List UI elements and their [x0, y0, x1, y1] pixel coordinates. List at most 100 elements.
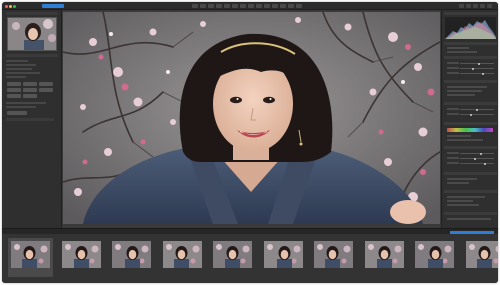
- toolbar-tool-button[interactable]: [296, 4, 302, 8]
- filmstrip-item[interactable]: [311, 238, 356, 277]
- adjustment-slider[interactable]: [460, 72, 494, 75]
- close-window-icon[interactable]: [5, 4, 8, 8]
- settings-row: [447, 86, 487, 88]
- slider-knob[interactable]: [484, 162, 486, 165]
- filmstrip-thumbnail: [11, 241, 50, 268]
- toolbar-tool-button[interactable]: [466, 4, 471, 8]
- panel-button[interactable]: [23, 94, 37, 98]
- settings-row: [447, 62, 459, 64]
- filmstrip-item[interactable]: [412, 238, 457, 277]
- settings-row: [447, 51, 477, 53]
- filmstrip-item[interactable]: [59, 238, 104, 277]
- slider-knob[interactable]: [482, 72, 484, 75]
- color-wheel-row: [447, 128, 493, 132]
- histogram: [445, 17, 496, 39]
- navigator-thumbnail-image: [8, 18, 56, 50]
- filmstrip-item[interactable]: [8, 238, 53, 277]
- filmstrip-thumbnail: [364, 241, 404, 268]
- filmstrip-item[interactable]: [160, 238, 205, 277]
- toolbar-tools: [192, 4, 302, 8]
- slider-knob[interactable]: [478, 62, 480, 65]
- panel-button[interactable]: [23, 88, 37, 92]
- slider-knob[interactable]: [474, 157, 476, 160]
- toolbar-tool-button[interactable]: [459, 4, 464, 8]
- filmstrip-thumbnail: [263, 241, 303, 268]
- settings-row: [447, 90, 482, 92]
- toolbar-tool-button[interactable]: [487, 4, 492, 8]
- panel-section-header[interactable]: [444, 190, 497, 193]
- toolbar-tool-button[interactable]: [192, 4, 198, 8]
- tab-edit[interactable]: [42, 4, 64, 8]
- main-photo: [63, 12, 440, 224]
- panel-button[interactable]: [39, 82, 53, 86]
- tab-library[interactable]: [18, 4, 38, 8]
- navigator-preview[interactable]: [7, 17, 57, 51]
- adjustment-slider[interactable]: [460, 67, 494, 70]
- settings-row: [447, 47, 469, 49]
- panel-button[interactable]: [39, 88, 53, 92]
- panel-section-header[interactable]: [444, 102, 497, 105]
- adjustment-slider[interactable]: [460, 152, 494, 155]
- panel-section-header[interactable]: [444, 56, 497, 59]
- panel-section-header[interactable]: [444, 122, 497, 125]
- histogram-header[interactable]: [444, 12, 497, 15]
- toolbar-tool-button[interactable]: [288, 4, 294, 8]
- minimize-window-icon[interactable]: [9, 4, 12, 8]
- panel-button[interactable]: [7, 88, 21, 92]
- toolbar-tool-button[interactable]: [256, 4, 262, 8]
- settings-row: [6, 60, 28, 63]
- filmstrip-item[interactable]: [463, 238, 498, 277]
- thumbnail-image: [263, 241, 303, 268]
- toolbar-tool-button[interactable]: [473, 4, 478, 8]
- slider-knob[interactable]: [470, 113, 472, 116]
- filmstrip-item[interactable]: [210, 238, 255, 277]
- slider-knob[interactable]: [476, 108, 478, 111]
- zoom-window-icon[interactable]: [13, 4, 16, 8]
- toolbar-tool-button[interactable]: [216, 4, 222, 8]
- panel-section-header[interactable]: [444, 42, 497, 45]
- panel-button[interactable]: [7, 94, 21, 98]
- filmstrip-thumbnail: [61, 241, 101, 268]
- filmstrip-item[interactable]: [261, 238, 306, 277]
- filmstrip-thumbnail: [213, 241, 252, 268]
- thumbnail-image: [364, 241, 404, 268]
- filmstrip-thumbnail: [314, 241, 353, 268]
- panel-button[interactable]: [7, 111, 27, 115]
- panel-section-header[interactable]: [444, 172, 497, 175]
- toolbar-tool-button[interactable]: [272, 4, 278, 8]
- toolbar-tool-button[interactable]: [240, 4, 246, 8]
- toolbar-tool-button[interactable]: [232, 4, 238, 8]
- settings-row: [447, 113, 459, 115]
- toolbar-tool-button[interactable]: [200, 4, 206, 8]
- adjustment-slider[interactable]: [460, 62, 494, 65]
- panel-section-header[interactable]: [444, 212, 497, 215]
- app-window: [2, 2, 498, 283]
- slider-knob[interactable]: [480, 152, 482, 155]
- toolbar-tool-button[interactable]: [280, 4, 286, 8]
- filmstrip-item[interactable]: [362, 238, 407, 277]
- thumbnail-image: [11, 241, 50, 268]
- toolbar-tool-button[interactable]: [224, 4, 230, 8]
- settings-row: [447, 196, 485, 198]
- slider-knob[interactable]: [472, 67, 474, 70]
- main-image-viewer[interactable]: [63, 12, 440, 224]
- filmstrip-thumbnail: [162, 241, 202, 268]
- adjustment-slider[interactable]: [460, 108, 494, 111]
- panel-section-header[interactable]: [6, 54, 58, 57]
- toolbar-tool-button[interactable]: [264, 4, 270, 8]
- toolbar-tool-button[interactable]: [248, 4, 254, 8]
- toolbar-tool-button[interactable]: [480, 4, 485, 8]
- adjustment-slider[interactable]: [460, 157, 494, 160]
- panel-button[interactable]: [23, 82, 37, 86]
- panel-button[interactable]: [7, 82, 21, 86]
- settings-row: [447, 135, 471, 137]
- thumbnail-image: [465, 241, 498, 268]
- panel-section-header[interactable]: [444, 146, 497, 149]
- toolbar-tool-button[interactable]: [208, 4, 214, 8]
- panel-section-header[interactable]: [444, 80, 497, 83]
- adjustment-slider[interactable]: [460, 113, 494, 116]
- filmstrip-item[interactable]: [109, 238, 154, 277]
- adjustment-slider[interactable]: [460, 162, 494, 165]
- toolbar-right-tools: [459, 4, 492, 8]
- settings-row: [447, 204, 479, 206]
